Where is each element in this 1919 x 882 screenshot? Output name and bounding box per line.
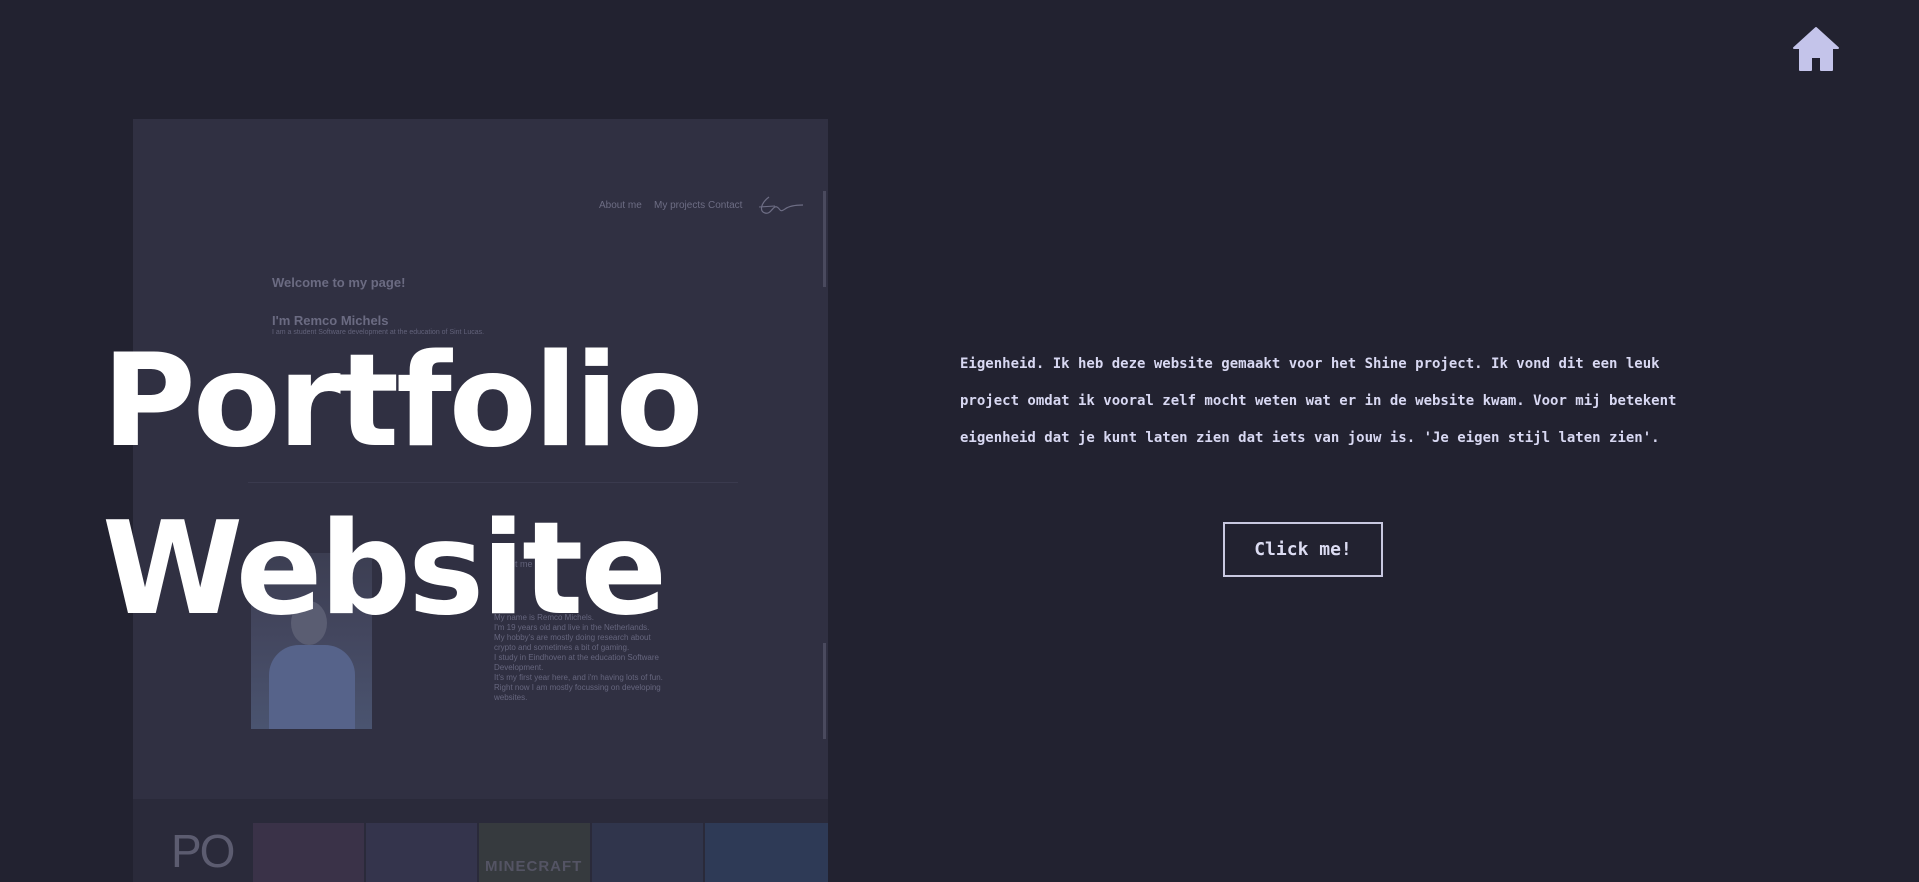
preview-po-logo: PO [171,825,235,877]
page-title-line-1: Portfolio [102,327,703,476]
page-title: Portfolio Website [102,318,703,654]
preview-tile-html [253,823,364,882]
home-button[interactable] [1792,26,1840,72]
preview-tile-database [592,823,703,882]
page-title-line-2: Website [102,495,667,644]
preview-tile-app [366,823,477,882]
home-icon [1793,27,1839,71]
preview-scrollbar-bottom [823,643,826,739]
signature-logo [758,196,804,214]
preview-tile-label: MINECRAFT [485,858,583,875]
preview-nav-contact: Contact [708,200,743,211]
preview-nav-about: About me [599,200,642,211]
preview-tile-css [705,823,828,882]
preview-scrollbar-top [823,191,826,287]
preview-welcome: Welcome to my page! [272,275,406,290]
click-me-button[interactable]: Click me! [1223,522,1383,577]
preview-nav-projects: My projects [654,200,706,211]
project-description: Eigenheid. Ik heb deze website gemaakt v… [960,356,1677,446]
